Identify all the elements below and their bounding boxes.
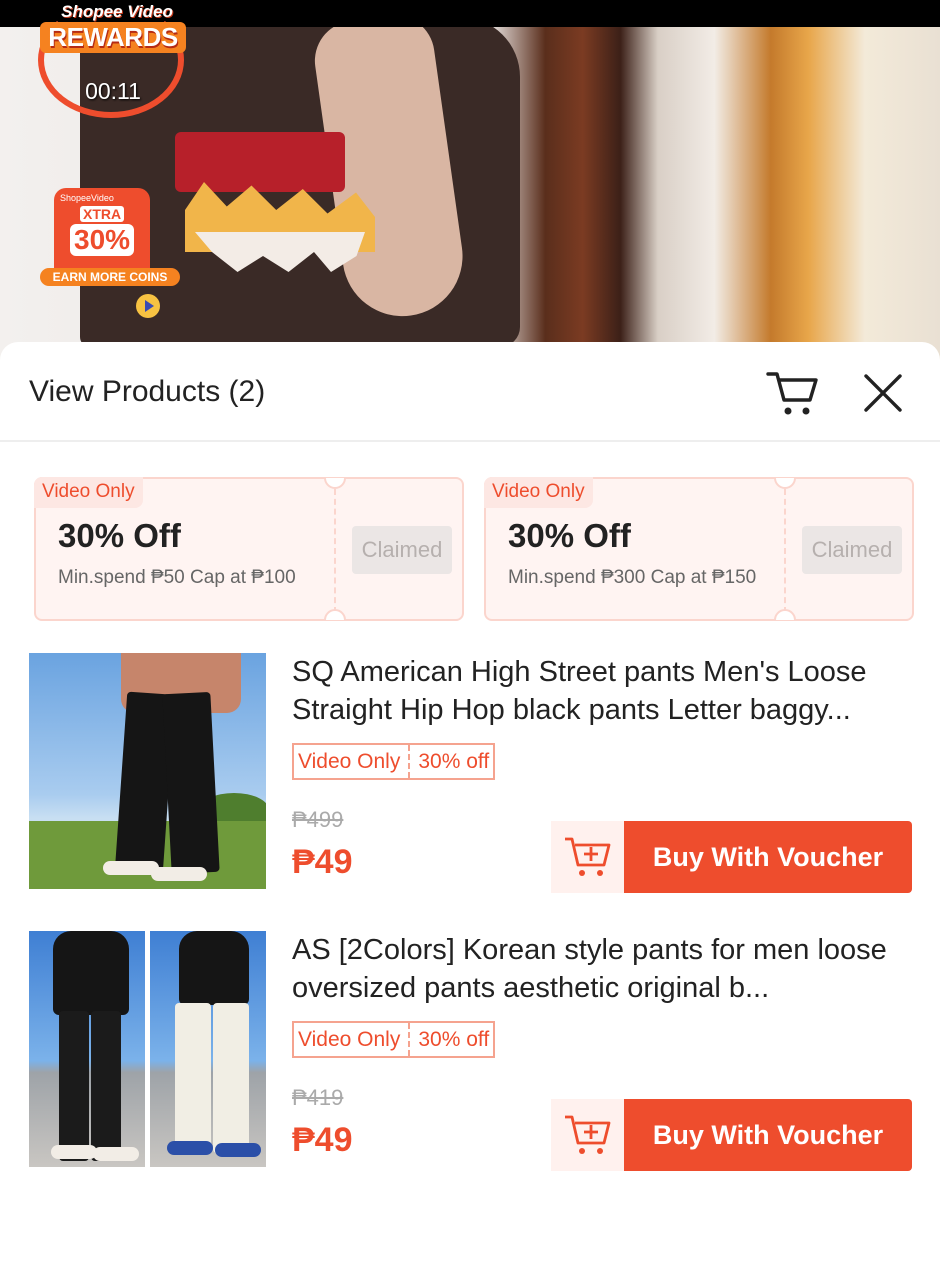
badge-discount: 30% off [418,750,490,773]
sheet-header: View Products (2) [0,342,940,442]
close-icon[interactable] [860,370,906,416]
voucher-divider [784,489,786,613]
add-to-cart-icon [565,837,611,876]
badge-label: Video Only [294,1023,411,1056]
original-price: ₱419 [292,1085,344,1110]
product-item[interactable]: AS [2Colors] Korean style pants for men … [0,931,940,1171]
voucher-condition: Min.spend ₱300 Cap at ₱150 [508,567,757,588]
original-price: ₱499 [292,807,344,832]
buy-with-voucher-button[interactable]: Buy With Voucher [624,1099,912,1171]
voucher-amount: 30% Off [58,517,181,554]
voucher-card: Video Only 30% Off Min.spend ₱50 Cap at … [34,477,464,621]
sale-price: ₱49 [292,843,353,881]
product-name[interactable]: AS [2Colors] Korean style pants for men … [292,931,917,1007]
voucher-tag: Video Only [484,477,593,508]
sale-price: ₱49 [292,1121,353,1159]
add-to-cart-button[interactable] [551,1099,625,1171]
rewards-brand: Shopee Video [61,2,173,21]
voucher-card: Video Only 30% Off Min.spend ₱300 Cap at… [484,477,914,621]
sheet-title: View Products (2) [29,375,266,408]
rewards-title: REWARDS [40,22,186,53]
rewards-timer: 00:11 [85,78,141,104]
cart-icon[interactable] [766,368,820,418]
claimed-button[interactable]: Claimed [802,526,902,574]
buy-with-voucher-button[interactable]: Buy With Voucher [624,821,912,893]
badge-label: Video Only [294,745,411,778]
badge-discount: 30% off [418,1028,490,1051]
product-name[interactable]: SQ American High Street pants Men's Loos… [292,653,917,729]
xtra-label: XTRA [80,206,125,222]
video-shirt-print [175,132,375,292]
earn-more-coins-label: EARN MORE COINS [40,268,180,286]
product-image[interactable] [29,931,266,1167]
add-to-cart-icon [565,1115,611,1154]
voucher-condition: Min.spend ₱50 Cap at ₱100 [58,567,296,588]
video-only-badge: Video Only 30% off [292,743,496,780]
voucher-amount: 30% Off [508,517,631,554]
add-to-cart-button[interactable] [551,821,625,893]
xtra-coins-promo[interactable]: ShopeeVideo XTRA 30% EARN MORE COINS [40,180,180,320]
claimed-button[interactable]: Claimed [352,526,452,574]
xtra-brand: ShopeeVideo [60,193,114,203]
voucher-divider [334,489,336,613]
play-icon[interactable] [136,294,160,318]
video-only-badge: Video Only 30% off [292,1021,496,1058]
video-rewards-timer[interactable]: Shopee Video REWARDS 00:11 [38,0,188,118]
products-sheet: View Products (2) Video Only 30% Off Min… [0,342,940,1280]
voucher-tag: Video Only [34,477,143,508]
xtra-percent: 30% [70,224,135,256]
product-image[interactable] [29,653,266,889]
product-item[interactable]: SQ American High Street pants Men's Loos… [0,653,940,893]
